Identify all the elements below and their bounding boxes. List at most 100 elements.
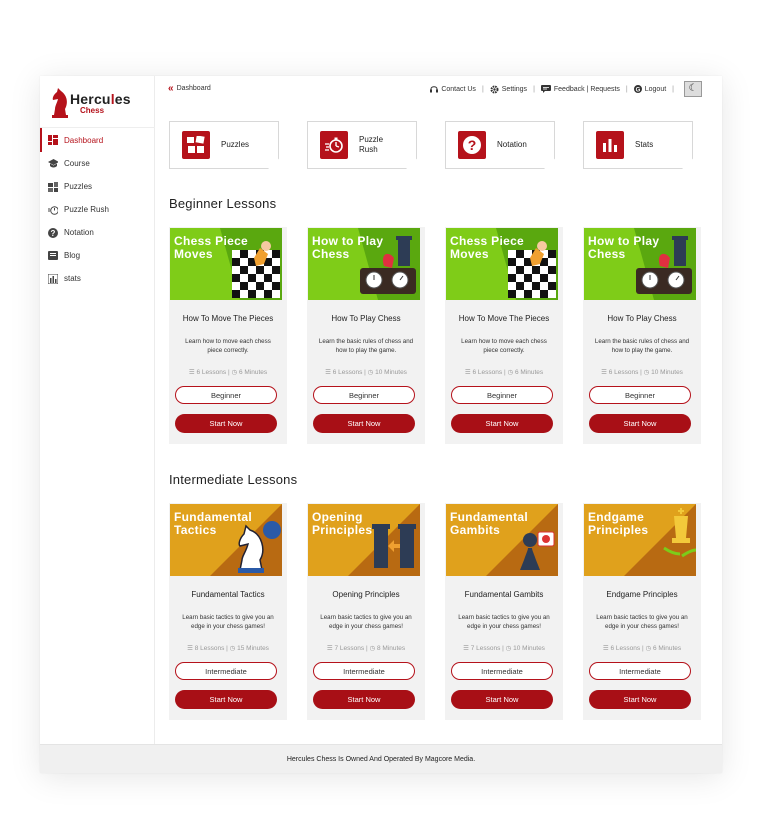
clock-icon: ◷ xyxy=(369,645,377,652)
lesson-meta: ☰ 8 Lessons | ◷ 15 Minutes xyxy=(169,644,287,652)
thumbnail-title: Opening Principles xyxy=(312,510,373,537)
feature-label: Puzzle Rush xyxy=(359,135,384,154)
power-icon: G xyxy=(633,85,642,93)
level-button[interactable]: Beginner xyxy=(589,386,691,404)
lessons-count: 8 Lessons xyxy=(194,645,225,652)
sidebar-item-label: stats xyxy=(64,274,81,283)
lesson-thumbnail[interactable]: Chess Piece Moves xyxy=(446,228,558,300)
lesson-meta: ☰ 6 Lessons | ◷ 6 Minutes xyxy=(583,644,701,652)
dark-mode-toggle[interactable]: ☾ xyxy=(684,81,702,97)
level-button[interactable]: Intermediate xyxy=(589,662,691,680)
lesson-description: Learn the basic rules of chess and how t… xyxy=(318,338,414,354)
blog-icon xyxy=(48,251,58,261)
lesson-thumbnail[interactable]: Endgame Principles xyxy=(584,504,696,576)
lesson-thumbnail[interactable]: How to Play Chess xyxy=(308,228,420,300)
thumbnail-title: Chess Piece Moves xyxy=(174,234,249,261)
lesson-card[interactable]: How to Play Chess How To Play Chess Learn … xyxy=(583,227,701,444)
question-icon: ? xyxy=(48,227,58,238)
sidebar-item-label: Course xyxy=(64,159,90,168)
sidebar-item-dashboard[interactable]: Dashboard xyxy=(40,128,155,152)
feedback-label: Feedback | Requests xyxy=(553,85,620,93)
feature-puzzles[interactable]: Puzzles xyxy=(169,121,279,169)
level-button[interactable]: Intermediate xyxy=(451,662,553,680)
start-now-button[interactable]: Start Now xyxy=(313,414,415,433)
puzzles-icon xyxy=(48,181,58,192)
stopwatch-icon xyxy=(48,205,58,215)
thumbnail-title: Fundamental Gambits xyxy=(450,510,528,537)
feature-label: Notation xyxy=(497,140,527,149)
sidebar-item-label: Puzzle Rush xyxy=(64,205,109,214)
start-now-button[interactable]: Start Now xyxy=(313,690,415,709)
feature-notation[interactable]: ? Notation xyxy=(445,121,555,169)
level-button[interactable]: Beginner xyxy=(451,386,553,404)
lessons-icon: ☰ xyxy=(602,645,611,652)
lesson-title: Opening Principles xyxy=(332,590,400,599)
start-now-button[interactable]: Start Now xyxy=(175,414,277,433)
lesson-card[interactable]: Endgame Principles Endgame Principles Lear… xyxy=(583,503,701,720)
lesson-thumbnail[interactable]: How to Play Chess xyxy=(584,228,696,300)
lessons-count: 6 Lessons xyxy=(608,369,639,376)
sidebar-item-puzzle-rush[interactable]: Puzzle Rush xyxy=(40,198,155,221)
feature-puzzle-rush[interactable]: Puzzle Rush xyxy=(307,121,417,169)
contact-us-link[interactable]: Contact Us xyxy=(430,85,476,93)
level-button[interactable]: Beginner xyxy=(175,386,277,404)
lessons-count: 6 Lessons xyxy=(610,645,641,652)
clock-icon: ◷ xyxy=(645,645,653,652)
question-icon: ? xyxy=(458,131,486,159)
top-bar: « Dashboard Contact Us | Settings | Feed… xyxy=(156,76,722,102)
lesson-thumbnail[interactable]: Opening Principles xyxy=(308,504,420,576)
sidebar-item-course[interactable]: Course xyxy=(40,152,155,175)
sidebar-item-blog[interactable]: Blog xyxy=(40,244,155,267)
lesson-card[interactable]: How to Play Chess How To Play Chess Learn … xyxy=(307,227,425,444)
level-button[interactable]: Beginner xyxy=(313,386,415,404)
lessons-count: 7 Lessons xyxy=(470,645,501,652)
lessons-count: 6 Lessons xyxy=(472,369,503,376)
lesson-duration: 6 Minutes xyxy=(652,645,682,652)
lesson-thumbnail[interactable]: Fundamental Tactics xyxy=(170,504,282,576)
thumbnail-title: Endgame Principles xyxy=(588,510,649,537)
lesson-description: Learn basic tactics to give you an edge … xyxy=(320,614,412,630)
sidebar-item-puzzles[interactable]: Puzzles xyxy=(40,175,155,198)
breadcrumb[interactable]: « Dashboard xyxy=(168,84,211,94)
lesson-thumbnail[interactable]: Chess Piece Moves xyxy=(170,228,282,300)
sidebar-item-label: Puzzles xyxy=(64,182,93,191)
footer: Hercules Chess Is Owned And Operated By … xyxy=(40,744,722,773)
lesson-meta: ☰ 6 Lessons | ◷ 6 Minutes xyxy=(445,368,563,376)
lesson-thumbnail[interactable]: Fundamental Gambits xyxy=(446,504,558,576)
knight-logo-icon xyxy=(52,88,68,118)
logout-link[interactable]: G Logout xyxy=(633,85,666,93)
lesson-card[interactable]: Chess Piece Moves How To Move The Pieces L… xyxy=(169,227,287,444)
thumbnail-title: How to Play Chess xyxy=(312,234,384,261)
feedback-link[interactable]: Feedback | Requests xyxy=(540,85,620,93)
chat-icon xyxy=(540,85,551,93)
sidebar-item-label: Notation xyxy=(64,228,94,237)
dashboard-icon xyxy=(48,135,58,145)
lesson-card[interactable]: Fundamental Gambits Fundamental Gambits Le… xyxy=(445,503,563,720)
level-button[interactable]: Intermediate xyxy=(175,662,277,680)
lesson-card[interactable]: Chess Piece Moves How To Move The Pieces L… xyxy=(445,227,563,444)
start-now-button[interactable]: Start Now xyxy=(589,414,691,433)
sidebar-item-stats[interactable]: stats xyxy=(40,267,155,290)
lessons-icon: ☰ xyxy=(325,369,333,376)
top-links: Contact Us | Settings | Feedback | Reque… xyxy=(430,80,702,98)
lesson-description: Learn basic tactics to give you an edge … xyxy=(182,614,274,630)
separator: | xyxy=(533,85,535,93)
start-now-button[interactable]: Start Now xyxy=(451,690,553,709)
lesson-card[interactable]: Fundamental Tactics Fundamental Tactics Le… xyxy=(169,503,287,720)
logo[interactable]: Hercules Chess xyxy=(48,82,148,126)
start-now-button[interactable]: Start Now xyxy=(451,414,553,433)
lessons-icon: ☰ xyxy=(188,369,197,376)
settings-link[interactable]: Settings xyxy=(490,85,527,94)
stats-icon xyxy=(48,273,58,284)
start-now-button[interactable]: Start Now xyxy=(589,690,691,709)
feature-stats[interactable]: Stats xyxy=(583,121,693,169)
sidebar-item-notation[interactable]: ? Notation xyxy=(40,221,155,244)
lesson-title: Fundamental Tactics xyxy=(191,590,265,599)
svg-text:G: G xyxy=(635,87,640,93)
level-button[interactable]: Intermediate xyxy=(313,662,415,680)
lesson-card[interactable]: Opening Principles Opening Principles Lear… xyxy=(307,503,425,720)
app-window: Hercules Chess Dashboard Course Puzzles … xyxy=(40,76,722,773)
lesson-duration: 10 Minutes xyxy=(651,369,683,376)
lesson-title: Fundamental Gambits xyxy=(464,590,544,599)
start-now-button[interactable]: Start Now xyxy=(175,690,277,709)
